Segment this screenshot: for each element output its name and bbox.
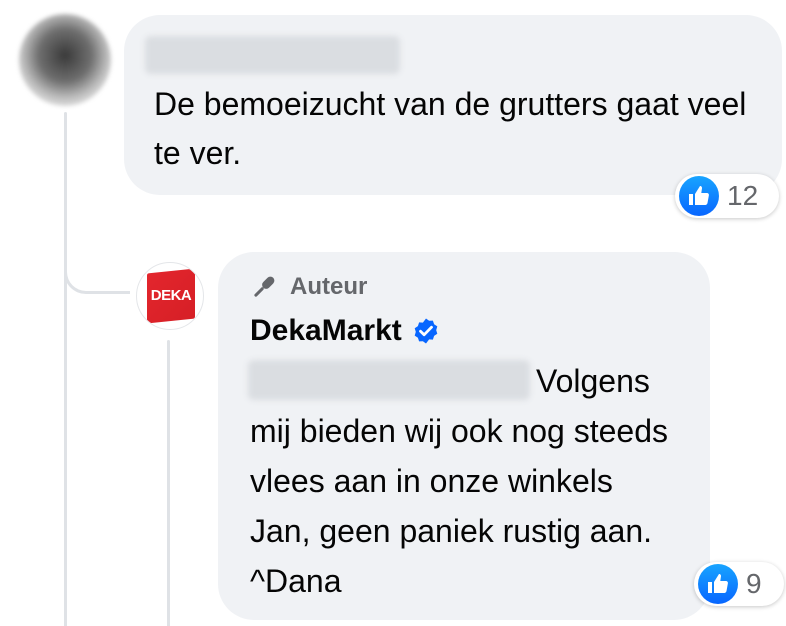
reply-author: DekaMarkt bbox=[250, 310, 440, 352]
reply-reactions[interactable]: 9 bbox=[694, 562, 784, 606]
reply-text: Volgens mij bieden wij ook nog steeds vl… bbox=[250, 363, 669, 599]
microphone-icon bbox=[254, 276, 275, 297]
thread-connector bbox=[64, 250, 130, 294]
like-icon bbox=[679, 176, 719, 216]
comment-reactions[interactable]: 12 bbox=[675, 174, 779, 218]
dekamarkt-avatar[interactable]: DEKA bbox=[136, 262, 204, 330]
deka-logo-text: DEKA bbox=[150, 287, 192, 304]
author-badge: Auteur bbox=[250, 270, 367, 304]
like-icon bbox=[698, 564, 738, 604]
reply-thread-line bbox=[167, 340, 170, 626]
comment-thread: De bemoeizucht van de grutters gaat veel… bbox=[0, 0, 786, 626]
reaction-count: 12 bbox=[727, 180, 759, 211]
page-name-link[interactable]: DekaMarkt bbox=[250, 314, 402, 348]
reaction-count: 9 bbox=[746, 568, 762, 599]
thread-line bbox=[64, 112, 67, 626]
commenter-name-redacted[interactable] bbox=[145, 36, 400, 74]
commenter-avatar[interactable] bbox=[19, 14, 111, 106]
verified-badge-icon bbox=[414, 318, 438, 344]
author-badge-label: Auteur bbox=[290, 273, 368, 300]
comment-text: De bemoeizucht van de grutters gaat veel… bbox=[154, 86, 747, 171]
